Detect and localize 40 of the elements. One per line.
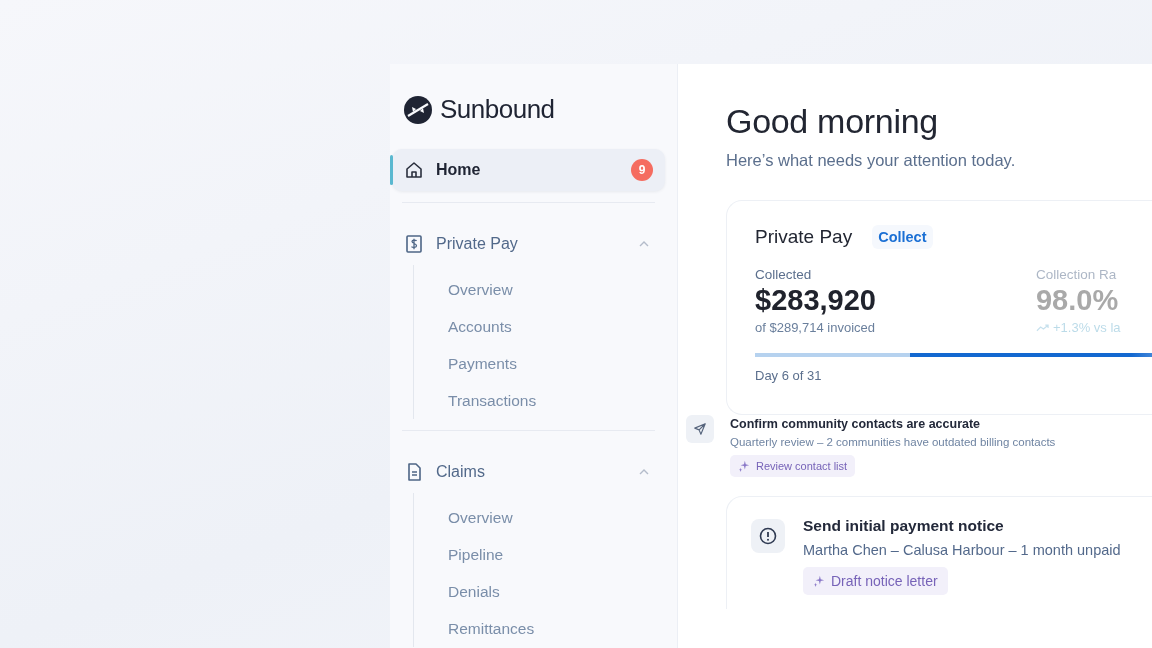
alert-icon — [759, 527, 777, 545]
nav-subitem[interactable]: Pipeline — [414, 536, 665, 573]
nav-subitem[interactable]: Remittances — [414, 610, 665, 647]
collect-tag: Collect — [872, 225, 933, 249]
notification-badge: 9 — [631, 159, 653, 181]
nav-item[interactable]: Private Pay — [392, 223, 665, 265]
task-detail: Martha Chen – Calusa Harbour – 1 month unpaid — [803, 542, 1121, 558]
nav-subitem[interactable]: Payments — [414, 345, 665, 382]
nav-subitem[interactable]: Accounts — [414, 308, 665, 345]
task-detail: Quarterly review – 2 communities have outdated billing contacts — [730, 436, 1056, 448]
nav-subitem[interactable]: Overview — [414, 499, 665, 536]
logo-icon — [404, 95, 432, 124]
greeting-subtitle: Here’s what needs your attention today. — [726, 151, 1017, 170]
action-button[interactable]: Draft notice letter — [803, 567, 948, 595]
metric-note: +1.3% vs la — [1052, 320, 1121, 335]
sparkle-icon — [738, 460, 750, 472]
progress-label: Day 6 of 31 — [755, 368, 823, 383]
home-icon — [404, 160, 424, 180]
nav-item[interactable]: Claims — [392, 451, 665, 493]
nav-subitem[interactable]: Transactions — [414, 382, 665, 419]
task-title: Send initial payment notice — [803, 517, 1004, 535]
metric-label: Collection Ra — [1035, 267, 1118, 282]
metric-value: 98.0% — [1035, 284, 1120, 317]
nav-subitem[interactable]: Denials — [414, 573, 665, 610]
metric-label: Collected — [755, 267, 813, 282]
chevron-icon — [639, 469, 649, 475]
dollar-bill-icon — [404, 234, 424, 254]
card-title: Private Pay — [755, 226, 853, 248]
metric-value: $283,920 — [755, 284, 876, 317]
nav-subitem[interactable]: Overview — [414, 271, 665, 308]
send-icon — [693, 422, 707, 436]
greeting-title: Good morning — [726, 102, 939, 141]
brand-name: Sunbound — [440, 94, 555, 125]
task-title: Confirm community contacts are accurate — [730, 417, 981, 431]
chevron-icon — [639, 241, 649, 247]
sparkle-icon — [813, 575, 825, 587]
nav-item[interactable]: Home 9 — [392, 149, 665, 191]
action-button[interactable]: Review contact list — [730, 455, 856, 477]
metric-note: of $289,714 invoiced — [755, 320, 875, 335]
trend-up-icon — [1035, 323, 1049, 332]
